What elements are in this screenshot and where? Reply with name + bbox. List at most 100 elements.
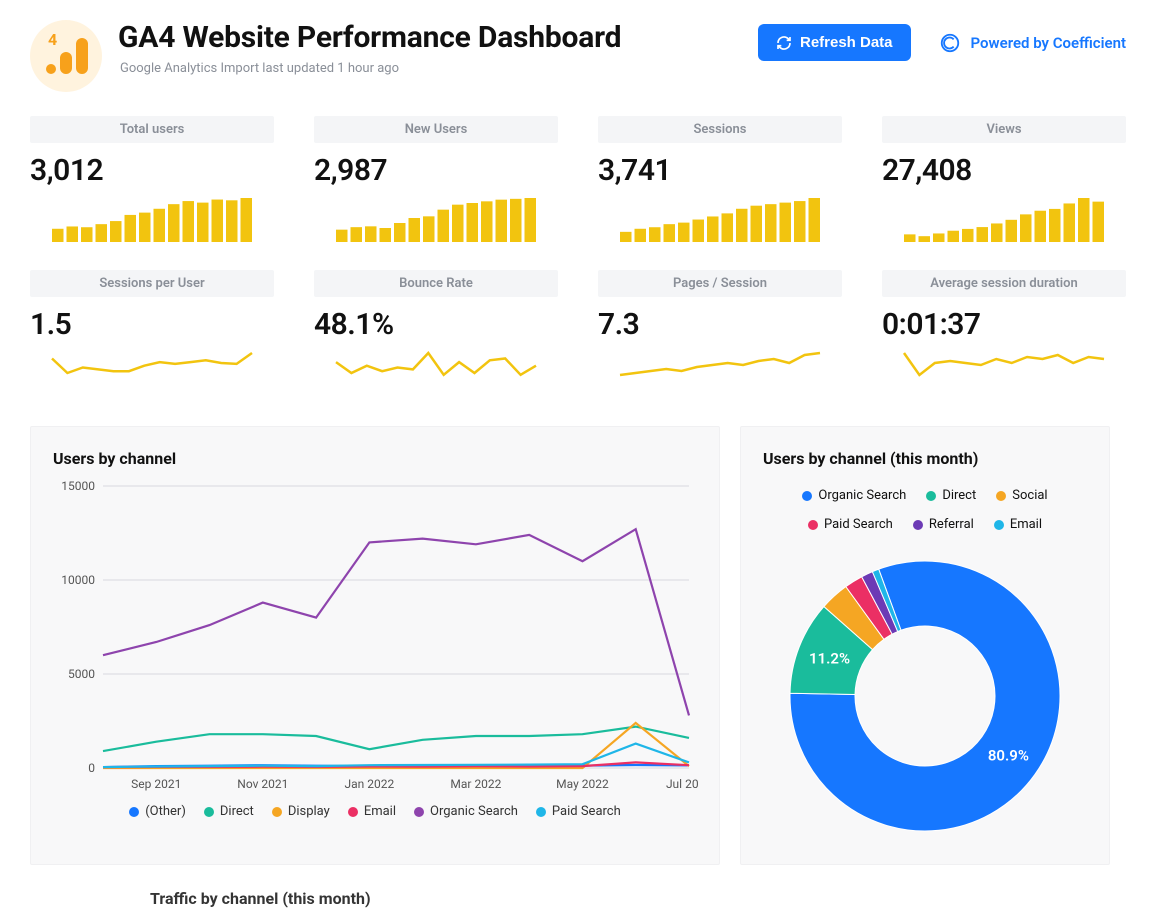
svg-text:Mar 2022: Mar 2022 bbox=[450, 777, 501, 791]
svg-text:5000: 5000 bbox=[68, 667, 95, 681]
svg-text:11.2%: 11.2% bbox=[809, 650, 850, 668]
kpi-card: Average session duration 0:01:37 bbox=[882, 270, 1126, 396]
svg-text:80.9%: 80.9% bbox=[988, 747, 1029, 765]
kpi-card: Pages / Session 7.3 bbox=[598, 270, 842, 396]
legend-item[interactable]: Email bbox=[348, 804, 396, 819]
legend-label: Referral bbox=[929, 517, 974, 532]
dashboard-header: 4 GA4 Website Performance Dashboard Goog… bbox=[30, 20, 1126, 92]
kpi-value: 2,987 bbox=[314, 153, 558, 188]
svg-text:0: 0 bbox=[88, 761, 95, 775]
traffic-by-channel-panel: Traffic by channel (this month) bbox=[30, 889, 1126, 908]
sparkline-bar bbox=[598, 196, 842, 242]
ga4-logo-icon: 4 bbox=[30, 20, 102, 92]
powered-by-link[interactable]: Powered by Coefficient bbox=[939, 32, 1126, 54]
svg-text:Nov 2021: Nov 2021 bbox=[237, 777, 288, 791]
page-title: GA4 Website Performance Dashboard bbox=[118, 20, 742, 55]
kpi-label: Total users bbox=[30, 116, 274, 143]
panel-title: Users by channel bbox=[53, 449, 697, 468]
legend-label: Paid Search bbox=[552, 804, 621, 819]
legend-label: Direct bbox=[942, 488, 976, 503]
sparkline-line bbox=[30, 350, 274, 396]
kpi-label: Sessions bbox=[598, 116, 842, 143]
legend-swatch bbox=[996, 491, 1006, 501]
refresh-data-button[interactable]: Refresh Data bbox=[758, 24, 911, 61]
legend-item[interactable]: Organic Search bbox=[802, 488, 906, 503]
logo-badge-number: 4 bbox=[48, 30, 57, 49]
kpi-card: Total users 3,012 bbox=[30, 116, 274, 242]
refresh-button-label: Refresh Data bbox=[800, 34, 893, 51]
sparkline-line bbox=[314, 350, 558, 396]
legend-label: Email bbox=[364, 804, 396, 819]
kpi-value: 1.5 bbox=[30, 307, 274, 342]
kpi-card: Sessions per User 1.5 bbox=[30, 270, 274, 396]
legend-item[interactable]: Direct bbox=[926, 488, 976, 503]
svg-text:15000: 15000 bbox=[61, 479, 95, 493]
kpi-value: 3,741 bbox=[598, 153, 842, 188]
svg-text:Jan 2022: Jan 2022 bbox=[344, 777, 394, 791]
kpi-label: Pages / Session bbox=[598, 270, 842, 297]
kpi-label: Bounce Rate bbox=[314, 270, 558, 297]
legend-label: Direct bbox=[220, 804, 254, 819]
panel-title: Users by channel (this month) bbox=[763, 449, 978, 468]
svg-text:Sep 2021: Sep 2021 bbox=[131, 777, 181, 791]
svg-text:May 2022: May 2022 bbox=[556, 777, 609, 791]
refresh-icon bbox=[776, 35, 792, 51]
users-by-channel-panel: Users by channel 0 5000 10000 15000 Sep 2021… bbox=[30, 426, 720, 865]
kpi-value: 7.3 bbox=[598, 307, 842, 342]
kpi-label: Average session duration bbox=[882, 270, 1126, 297]
legend-label: (Other) bbox=[145, 804, 186, 819]
svg-text:10000: 10000 bbox=[61, 573, 95, 587]
kpi-label: Views bbox=[882, 116, 1126, 143]
legend-item[interactable]: Organic Search bbox=[414, 804, 518, 819]
legend-item[interactable]: Referral bbox=[913, 517, 974, 532]
legend-swatch bbox=[913, 520, 923, 530]
legend-item[interactable]: Direct bbox=[204, 804, 254, 819]
legend-label: Social bbox=[1012, 488, 1047, 503]
legend-item[interactable]: Display bbox=[272, 804, 330, 819]
kpi-value: 3,012 bbox=[30, 153, 274, 188]
panel-title: Traffic by channel (this month) bbox=[150, 889, 1126, 908]
legend-swatch bbox=[204, 807, 214, 817]
legend-swatch bbox=[414, 807, 424, 817]
legend-label: Organic Search bbox=[818, 488, 906, 503]
legend-swatch bbox=[808, 520, 818, 530]
users-by-channel-month-panel: Users by channel (this month) Organic Se… bbox=[740, 426, 1110, 865]
kpi-label: New Users bbox=[314, 116, 558, 143]
users-by-channel-line-chart: 0 5000 10000 15000 Sep 2021 Nov 2021 Jan 2022 M… bbox=[53, 476, 699, 796]
legend-swatch bbox=[129, 807, 139, 817]
line-chart-legend: (Other) Direct Display Email Organic Search P… bbox=[53, 804, 697, 819]
kpi-value: 0:01:37 bbox=[882, 307, 1126, 342]
kpi-card: Views 27,408 bbox=[882, 116, 1126, 242]
kpi-card: Bounce Rate 48.1% bbox=[314, 270, 558, 396]
sparkline-line bbox=[598, 350, 842, 396]
legend-item[interactable]: Paid Search bbox=[536, 804, 621, 819]
legend-label: Email bbox=[1010, 517, 1042, 532]
kpi-card: Sessions 3,741 bbox=[598, 116, 842, 242]
sparkline-line bbox=[882, 350, 1126, 396]
users-by-channel-donut-chart: 80.9% 11.2% bbox=[775, 546, 1075, 846]
legend-item[interactable]: Email bbox=[994, 517, 1042, 532]
kpi-value: 27,408 bbox=[882, 153, 1126, 188]
legend-label: Display bbox=[288, 804, 330, 819]
legend-item[interactable]: Social bbox=[996, 488, 1047, 503]
legend-swatch bbox=[994, 520, 1004, 530]
legend-swatch bbox=[348, 807, 358, 817]
powered-by-label: Powered by Coefficient bbox=[971, 34, 1126, 52]
kpi-label: Sessions per User bbox=[30, 270, 274, 297]
legend-swatch bbox=[272, 807, 282, 817]
legend-label: Organic Search bbox=[430, 804, 518, 819]
last-updated-subtitle: Google Analytics Import last updated 1 h… bbox=[120, 61, 742, 76]
sparkline-bar bbox=[314, 196, 558, 242]
legend-item[interactable]: (Other) bbox=[129, 804, 186, 819]
legend-swatch bbox=[802, 491, 812, 501]
legend-item[interactable]: Paid Search bbox=[808, 517, 893, 532]
kpi-card: New Users 2,987 bbox=[314, 116, 558, 242]
sparkline-bar bbox=[882, 196, 1126, 242]
coefficient-logo-icon bbox=[939, 32, 961, 54]
legend-label: Paid Search bbox=[824, 517, 893, 532]
kpi-grid: Total users 3,012 New Users 2,987 Sessions 3,… bbox=[30, 116, 1126, 396]
legend-swatch bbox=[926, 491, 936, 501]
kpi-value: 48.1% bbox=[314, 307, 558, 342]
sparkline-bar bbox=[30, 196, 274, 242]
donut-legend: Organic Search Direct Social Paid Search Ref… bbox=[763, 488, 1087, 532]
